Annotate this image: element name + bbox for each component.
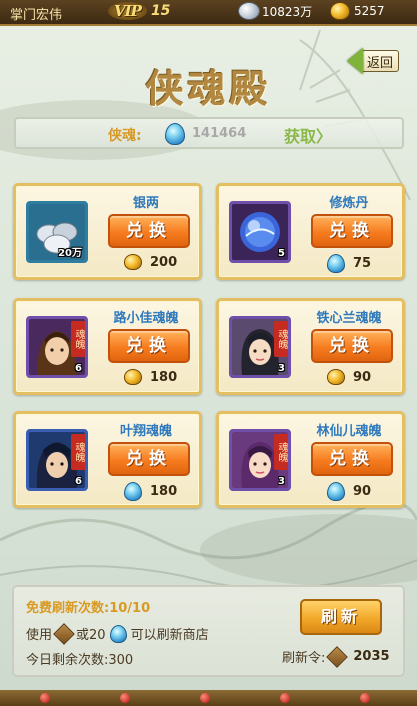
decor-bead bbox=[120, 693, 130, 703]
decor-bead bbox=[40, 693, 50, 703]
token-value: 2035 bbox=[353, 649, 390, 664]
gold-ingot-icon bbox=[327, 369, 345, 385]
get-soul-link[interactable]: 获取〉 bbox=[284, 123, 332, 147]
vip-level: 15 bbox=[150, 3, 171, 19]
gold-ingot-icon bbox=[330, 2, 350, 20]
price-value: 90 bbox=[353, 369, 372, 385]
silver-currency: 10823万 bbox=[238, 2, 312, 20]
shop-item-card: 20万 银两 兑换 200 bbox=[13, 183, 202, 280]
shop-item-card: 魂魄 6 路小佳魂魄 兑换 180 bbox=[13, 298, 202, 395]
bottom-decor-strip bbox=[0, 690, 417, 706]
item-price: 90 bbox=[327, 482, 371, 501]
decor-bead bbox=[200, 693, 210, 703]
back-button-label: 返回 bbox=[361, 50, 400, 72]
item-count: 6 bbox=[75, 363, 82, 374]
item-name: 修炼丹 bbox=[329, 196, 369, 211]
item-thumbnail[interactable]: 魂魄 3 bbox=[229, 316, 291, 378]
exchange-button[interactable]: 兑换 bbox=[108, 214, 190, 248]
vip-badge[interactable]: VIP 15 bbox=[108, 2, 170, 20]
exchange-button[interactable]: 兑换 bbox=[108, 442, 190, 476]
refresh-cost-info: 使用 或20 可以刷新商店 bbox=[26, 622, 209, 645]
soul-fragment-tag: 魂魄 bbox=[71, 321, 85, 357]
item-thumbnail[interactable]: 魂魄 6 bbox=[26, 316, 88, 378]
item-count: 3 bbox=[278, 363, 285, 374]
gold-ingot-icon bbox=[124, 369, 142, 385]
item-thumbnail[interactable]: 20万 bbox=[26, 201, 88, 263]
shop-item-card: 魂魄 6 叶翔魂魄 兑换 180 bbox=[13, 411, 202, 508]
back-arrow-icon bbox=[347, 48, 363, 74]
item-count: 5 bbox=[278, 248, 285, 259]
item-price: 180 bbox=[124, 482, 177, 501]
shop-item-card: 魂魄 3 林仙儿魂魄 兑换 90 bbox=[216, 411, 405, 508]
item-name: 路小佳魂魄 bbox=[113, 311, 179, 326]
vip-icon: VIP bbox=[108, 2, 147, 20]
price-value: 200 bbox=[150, 254, 178, 270]
item-name: 银两 bbox=[132, 196, 159, 211]
refresh-token-icon bbox=[53, 622, 75, 645]
price-value: 75 bbox=[353, 256, 372, 271]
silver-icon bbox=[238, 2, 260, 20]
item-price: 75 bbox=[327, 254, 371, 273]
decor-bead bbox=[280, 693, 290, 703]
exchange-button[interactable]: 兑换 bbox=[311, 214, 393, 248]
shop-item-card: 5 修炼丹 兑换 75 bbox=[216, 183, 405, 280]
price-value: 180 bbox=[150, 369, 178, 385]
remaining-count: 今日剩余次数:300 bbox=[26, 653, 134, 668]
silver-amount: 10823万 bbox=[262, 4, 313, 19]
soul-gem-icon bbox=[109, 624, 127, 643]
item-count: 6 bbox=[75, 476, 82, 487]
soul-currency-bar: 侠魂: 141464 获取〉 bbox=[14, 117, 404, 149]
top-status-bar: 掌门宏伟 VIP 15 10823万 5257 bbox=[0, 0, 417, 26]
item-price: 200 bbox=[124, 254, 177, 270]
free-refresh-count: 免费刷新次数:10/10 bbox=[26, 601, 151, 616]
use-middle: 或20 bbox=[76, 628, 106, 643]
item-count: 3 bbox=[278, 476, 285, 487]
exchange-button[interactable]: 兑换 bbox=[311, 442, 393, 476]
item-price: 180 bbox=[124, 369, 177, 385]
shop-item-card: 魂魄 3 铁心兰魂魄 兑换 90 bbox=[216, 298, 405, 395]
soul-label: 侠魂: bbox=[108, 128, 142, 144]
gold-currency: 5257 bbox=[330, 2, 385, 20]
exchange-button[interactable]: 兑换 bbox=[108, 329, 190, 363]
decor-bead bbox=[360, 693, 370, 703]
item-name: 林仙儿魂魄 bbox=[316, 424, 382, 439]
player-name[interactable]: 掌门宏伟 bbox=[10, 4, 62, 23]
soul-gem-icon bbox=[327, 254, 345, 273]
soul-fragment-tag: 魂魄 bbox=[274, 321, 288, 357]
soul-fragment-tag: 魂魄 bbox=[274, 434, 288, 470]
soul-gem-icon bbox=[327, 482, 345, 501]
item-name: 铁心兰魂魄 bbox=[316, 311, 382, 326]
price-value: 180 bbox=[150, 484, 178, 499]
item-count: 20万 bbox=[58, 248, 82, 259]
token-label: 刷新令: bbox=[282, 651, 326, 666]
soul-gem-icon bbox=[124, 482, 142, 501]
soul-gem-icon bbox=[165, 123, 185, 145]
soul-amount: 141464 bbox=[192, 126, 247, 141]
refresh-token-icon bbox=[326, 645, 349, 668]
soul-fragment-tag: 魂魄 bbox=[71, 434, 85, 470]
back-button[interactable]: 返回 bbox=[347, 48, 411, 74]
use-prefix: 使用 bbox=[26, 628, 53, 643]
item-name: 叶翔魂魄 bbox=[119, 424, 172, 439]
use-suffix: 可以刷新商店 bbox=[130, 628, 209, 643]
refresh-button[interactable]: 刷新 bbox=[300, 599, 382, 635]
exchange-button[interactable]: 兑换 bbox=[311, 329, 393, 363]
refresh-token-count: 刷新令: 2035 bbox=[282, 645, 390, 668]
item-thumbnail[interactable]: 魂魄 3 bbox=[229, 429, 291, 491]
gold-ingot-icon bbox=[124, 254, 142, 270]
refresh-panel: 免费刷新次数:10/10 使用 或20 可以刷新商店 今日剩余次数:300 刷新… bbox=[12, 585, 405, 677]
price-value: 90 bbox=[353, 484, 372, 499]
item-thumbnail[interactable]: 5 bbox=[229, 201, 291, 263]
item-price: 90 bbox=[327, 369, 371, 385]
item-thumbnail[interactable]: 魂魄 6 bbox=[26, 429, 88, 491]
gold-amount: 5257 bbox=[354, 4, 385, 18]
